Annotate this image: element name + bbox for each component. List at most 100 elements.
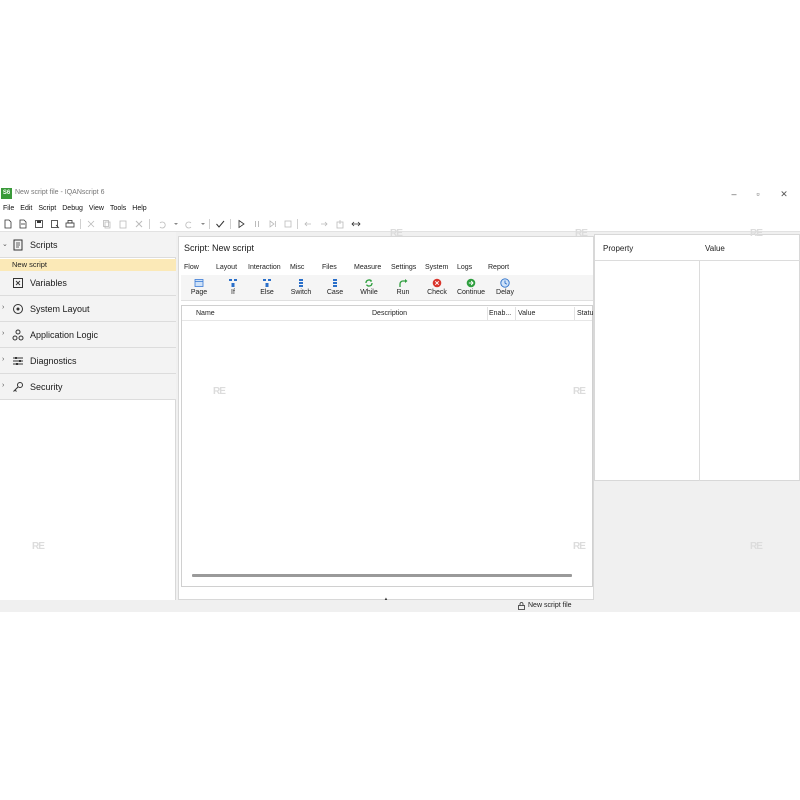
menu-help[interactable]: Help [129,202,149,216]
tab-interaction[interactable]: Interaction [248,264,281,271]
redo-dropdown-icon[interactable] [197,218,209,230]
if-tool-button[interactable]: If [218,277,248,299]
case-tool-label: Case [326,289,344,296]
navigation-panel: ⌄ Scripts New script Variables › System … [0,232,176,612]
nav-item-system-layout[interactable]: › System Layout [0,296,176,322]
new-file-icon[interactable] [2,218,14,230]
maximize-button[interactable]: ▫ [750,187,766,201]
nav-item-variables[interactable]: Variables [0,271,176,296]
column-header-property[interactable]: Property [603,244,633,253]
case-tool-button[interactable]: Case [320,277,350,299]
script-title: Script: New script [184,243,255,253]
arrow-left-icon[interactable] [302,218,314,230]
redo-icon[interactable] [183,218,195,230]
tab-settings[interactable]: Settings [391,264,416,271]
connect-icon[interactable] [350,218,362,230]
page-tool-button[interactable]: Page [184,277,214,299]
save-icon[interactable] [33,218,45,230]
status-file-name: New script file [528,602,572,609]
scripts-icon [13,239,23,251]
properties-header: Property Value [595,235,800,261]
delay-tool-label: Delay [496,289,514,296]
script-steps-table[interactable]: Name Description Enab... Value Statu [181,305,593,587]
switch-tool-button[interactable]: Switch [286,277,316,299]
chevron-right-icon[interactable]: › [2,356,4,363]
app-window: S6 New script file - IQANscript 6 – ▫ ✕ … [0,186,800,612]
stop-icon[interactable] [282,218,294,230]
column-header-description[interactable]: Description [372,310,407,317]
application-logic-icon [12,329,24,341]
tab-report[interactable]: Report [488,264,509,271]
column-header-value[interactable]: Value [518,310,535,317]
switch-tool-label: Switch [290,289,312,296]
chevron-right-icon[interactable]: › [2,382,4,389]
watermark-text: RE [573,386,586,397]
else-icon [263,279,271,287]
menu-view[interactable]: View [86,202,107,216]
while-tool-button[interactable]: While [354,277,384,299]
chevron-right-icon[interactable]: › [2,330,4,337]
column-header-property-value[interactable]: Value [705,244,725,253]
nav-label-scripts: Scripts [30,240,58,250]
check-icon[interactable] [214,218,226,230]
script-editor-panel: Script: New script Flow Layout Interacti… [178,236,594,600]
continue-tool-button[interactable]: Continue [456,277,486,299]
ribbon-tabs: Flow Layout Interaction Misc Files Measu… [181,263,515,275]
tab-measure[interactable]: Measure [354,264,381,271]
script-list-item[interactable]: New script [0,259,176,271]
play-icon[interactable] [235,218,247,230]
case-icon [333,279,337,287]
column-header-enabled[interactable]: Enab... [489,310,511,317]
while-icon [365,279,373,287]
nav-item-application-logic[interactable]: › Application Logic [0,322,176,348]
step-icon[interactable] [267,218,279,230]
nav-item-security[interactable]: › Security [0,374,176,400]
delete-icon[interactable] [133,218,145,230]
tab-system[interactable]: System [425,264,448,271]
tab-layout[interactable]: Layout [216,264,237,271]
cut-icon[interactable] [85,218,97,230]
menu-file[interactable]: File [0,202,17,216]
tab-misc[interactable]: Misc [290,264,304,271]
undo-icon[interactable] [156,218,168,230]
menu-edit[interactable]: Edit [17,202,35,216]
tab-logs[interactable]: Logs [457,264,472,271]
watermark-text: RE [575,228,588,239]
minimize-button[interactable]: – [726,187,742,201]
run-tool-button[interactable]: Run [388,277,418,299]
paste-icon[interactable] [117,218,129,230]
column-header-status[interactable]: Statu [577,310,593,317]
copy-icon[interactable] [101,218,113,230]
while-tool-label: While [360,289,378,296]
chevron-right-icon[interactable]: › [2,304,4,311]
export-icon[interactable] [334,218,346,230]
nav-item-diagnostics[interactable]: › Diagnostics [0,348,176,374]
menu-debug[interactable]: Debug [59,202,86,216]
horizontal-scrollbar[interactable] [192,574,572,577]
menu-script[interactable]: Script [35,202,59,216]
else-tool-button[interactable]: Else [252,277,282,299]
if-icon [229,279,237,287]
tab-flow[interactable]: Flow [184,264,199,271]
nav-label-diagnostics: Diagnostics [30,356,77,366]
nav-item-scripts[interactable]: ⌄ Scripts [0,232,176,258]
watermark-text: RE [213,386,226,397]
diagnostics-icon [13,357,23,365]
check-error-icon [432,278,442,288]
chevron-down-icon[interactable]: ⌄ [2,240,8,248]
print-icon[interactable] [64,218,76,230]
undo-dropdown-icon[interactable] [170,218,182,230]
menu-tools[interactable]: Tools [107,202,129,216]
open-file-icon[interactable] [17,218,29,230]
tab-files[interactable]: Files [322,264,337,271]
delay-tool-button[interactable]: Delay [490,277,520,299]
save-as-icon[interactable] [49,218,61,230]
pause-icon[interactable] [251,218,263,230]
switch-icon [299,279,303,287]
arrow-right-icon[interactable] [318,218,330,230]
column-header-name[interactable]: Name [196,310,215,317]
column-divider[interactable] [699,261,700,481]
check-tool-button[interactable]: Check [422,277,452,299]
watermark-text: RE [750,228,763,239]
close-button[interactable]: ✕ [776,187,792,201]
